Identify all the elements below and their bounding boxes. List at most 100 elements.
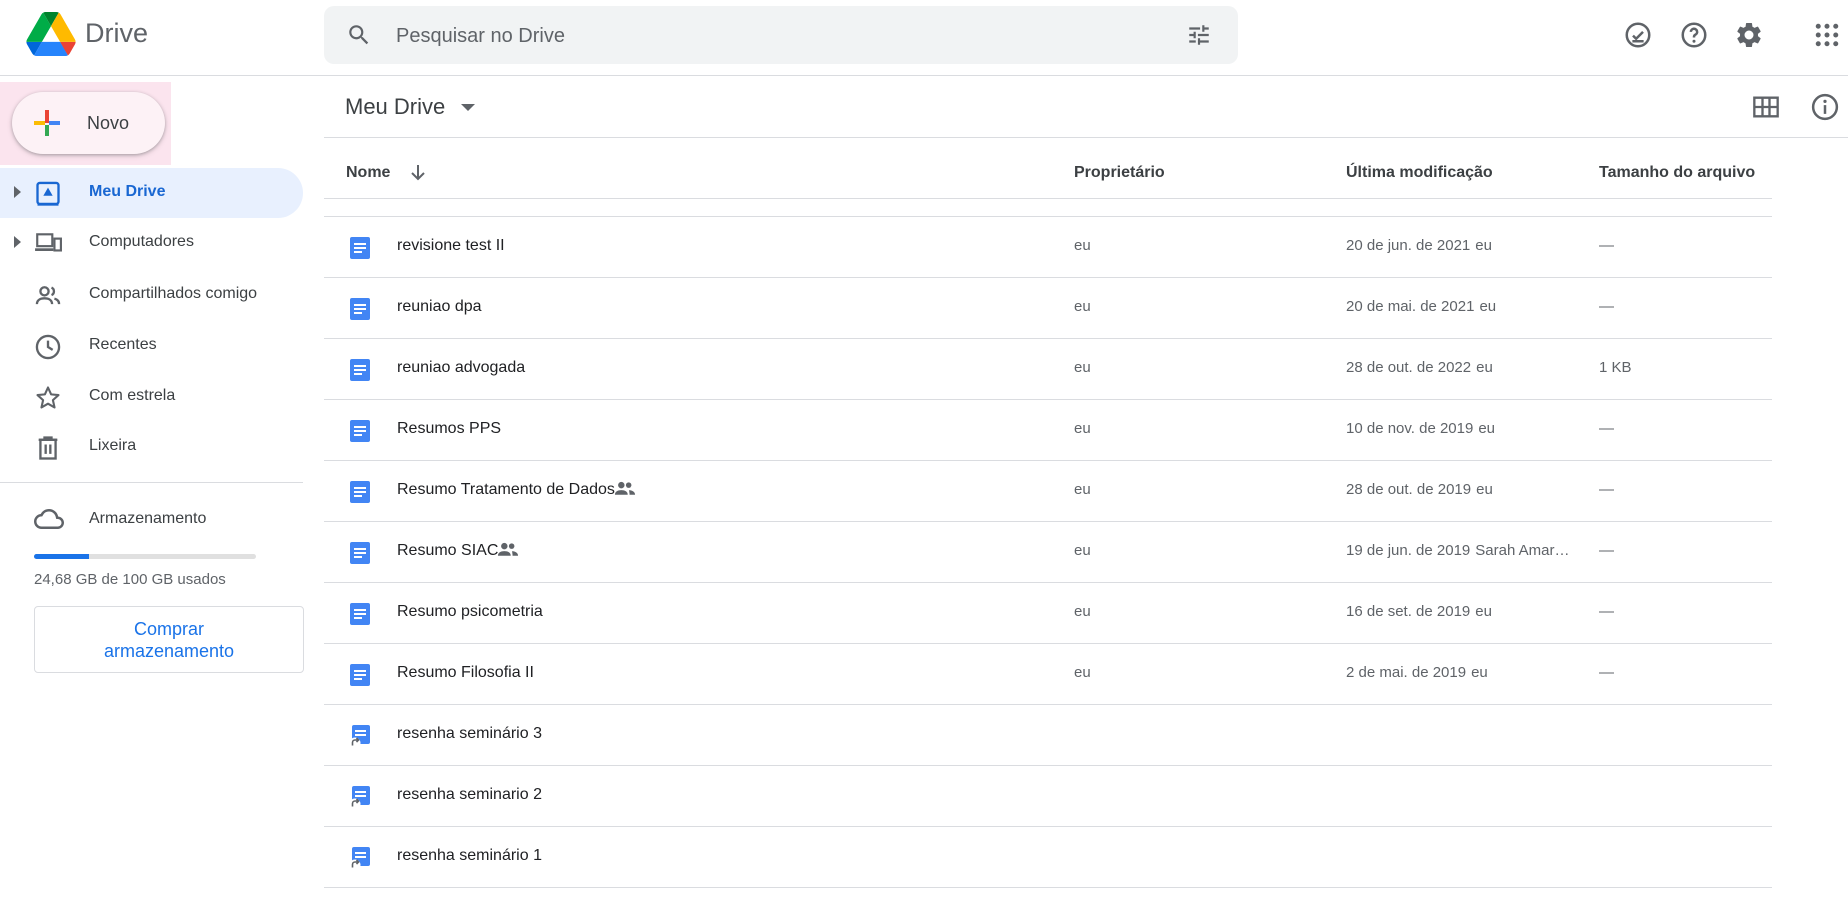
computers-icon	[34, 230, 62, 258]
file-row[interactable]: resenha seminário 1	[324, 827, 1772, 888]
apps-grid-icon[interactable]	[1812, 20, 1842, 50]
file-size: —	[1599, 542, 1614, 559]
file-name[interactable]: Resumo SIAC	[397, 542, 498, 560]
file-row[interactable]: Resumos PPS eu 10 de nov. de 2019 eu —	[324, 400, 1772, 461]
file-modified-by: eu	[1471, 664, 1488, 681]
column-header-size[interactable]: Tamanho do arquivo	[1599, 164, 1755, 182]
file-size: —	[1599, 664, 1614, 681]
storage-label[interactable]: Armazenamento	[89, 510, 206, 528]
file-owner: eu	[1074, 603, 1091, 620]
file-name[interactable]: resenha seminario 2	[397, 786, 542, 804]
file-row[interactable]: Resumo Filosofia II eu 2 de mai. de 2019 eu…	[324, 644, 1772, 705]
file-row[interactable]: Resumo Tratamento de Dados eu 28 de out. d…	[324, 461, 1772, 522]
file-size: —	[1599, 298, 1614, 315]
file-modified: 28 de out. de 2019 eu	[1346, 481, 1493, 498]
file-row[interactable]: revisione test II eu 20 de jun. de 2021 eu —	[324, 217, 1772, 278]
file-modified-by: eu	[1475, 237, 1492, 254]
file-modified	[1346, 786, 1351, 803]
info-icon[interactable]	[1810, 92, 1840, 122]
title-dropdown-icon[interactable]	[461, 104, 475, 111]
file-list: revisione test II eu 20 de jun. de 2021 eu —…	[324, 217, 1772, 888]
file-name[interactable]: resenha seminário 3	[397, 725, 542, 743]
buy-storage-label-line2: armazenamento	[103, 641, 235, 661]
shared-people-icon	[614, 481, 636, 497]
google-doc-icon	[349, 419, 371, 443]
search-options-icon[interactable]	[1186, 22, 1212, 48]
file-modified-by: eu	[1476, 481, 1493, 498]
sidebar-item-label: Meu Drive	[89, 183, 166, 200]
new-button[interactable]: Novo	[12, 92, 165, 154]
sort-descending-icon[interactable]	[409, 163, 427, 183]
file-modified-by: eu	[1479, 298, 1497, 315]
clock-icon	[34, 333, 62, 361]
file-modified: 20 de mai. de 2021 eu	[1346, 298, 1496, 315]
google-doc-icon	[349, 541, 371, 565]
column-header-modified[interactable]: Última modificação	[1346, 164, 1493, 182]
file-modified-by: eu	[1475, 603, 1492, 620]
file-size: —	[1599, 237, 1614, 254]
file-name[interactable]: revisione test II	[397, 237, 505, 255]
file-modified	[1346, 725, 1351, 742]
drive-logo-icon[interactable]	[26, 12, 76, 56]
file-modified-by: eu	[1478, 420, 1496, 437]
sidebar-divider	[0, 482, 303, 483]
file-name[interactable]: Resumo Filosofia II	[397, 664, 534, 682]
grid-view-icon[interactable]	[1752, 94, 1780, 120]
file-name[interactable]: reuniao advogada	[397, 359, 525, 377]
file-modified-date: 10 de nov. de 2019	[1346, 420, 1474, 437]
file-modified-date: 19 de jun. de 2019	[1346, 542, 1471, 559]
sidebar-item-label: Recentes	[89, 336, 157, 353]
sidebar-item-com-estrela[interactable]: Com estrela	[0, 372, 303, 422]
file-name[interactable]: reuniao dpa	[397, 298, 482, 316]
shared-people-icon	[497, 542, 519, 558]
file-modified: 2 de mai. de 2019 eu	[1346, 664, 1488, 681]
file-name[interactable]: Resumo Tratamento de Dados	[397, 481, 615, 499]
file-row[interactable]: resenha seminario 2	[324, 766, 1772, 827]
buy-storage-label-line1: Comprar	[133, 619, 204, 639]
main-title-row: Meu Drive	[324, 76, 1848, 138]
column-header-name[interactable]: Nome	[346, 164, 390, 182]
file-name[interactable]: resenha seminário 1	[397, 847, 542, 865]
search-icon[interactable]	[346, 22, 372, 48]
file-row[interactable]: Resumo SIAC eu 19 de jun. de 2019 Sarah Ama…	[324, 522, 1772, 583]
file-modified-by: eu	[1476, 359, 1493, 376]
file-name[interactable]: Resumos PPS	[397, 420, 501, 438]
search-input[interactable]: Pesquisar no Drive	[396, 25, 565, 48]
sidebar-item-lixeira[interactable]: Lixeira	[0, 422, 303, 472]
expand-arrow-icon[interactable]	[14, 236, 21, 248]
offline-check-icon[interactable]	[1623, 20, 1653, 50]
google-doc-icon	[349, 480, 371, 504]
app-name: Drive	[85, 18, 149, 48]
column-header-owner[interactable]: Proprietário	[1074, 164, 1165, 182]
file-row[interactable]: reuniao dpa eu 20 de mai. de 2021 eu —	[324, 278, 1772, 339]
google-doc-icon	[349, 358, 371, 382]
search-bar[interactable]: Pesquisar no Drive	[324, 6, 1238, 64]
help-icon[interactable]	[1679, 20, 1709, 50]
sidebar-item-meu-drive[interactable]: Meu Drive	[0, 168, 303, 218]
file-modified: 20 de jun. de 2021 eu	[1346, 237, 1492, 254]
expand-arrow-icon[interactable]	[14, 186, 21, 198]
doc-shortcut-icon	[349, 846, 371, 871]
new-button-highlight: Novo	[0, 82, 171, 165]
sidebar-item-compartilhados-comigo[interactable]: Compartilhados comigo	[0, 270, 303, 320]
file-modified-by: Sarah Amar…	[1475, 542, 1570, 559]
file-owner: eu	[1074, 481, 1091, 498]
file-row[interactable]: Resumo psicometria eu 16 de set. de 2019 eu…	[324, 583, 1772, 644]
new-button-label: Novo	[87, 113, 130, 133]
doc-shortcut-icon	[349, 724, 371, 749]
file-modified: 16 de set. de 2019 eu	[1346, 603, 1492, 620]
file-owner: eu	[1074, 237, 1091, 254]
file-row[interactable]: reuniao advogada eu 28 de out. de 2022 eu 1 …	[324, 339, 1772, 400]
buy-storage-button[interactable]: Comprar armazenamento	[34, 606, 304, 673]
file-size: 1 KB	[1599, 359, 1632, 376]
file-owner: eu	[1074, 298, 1091, 315]
file-row[interactable]: resenha seminário 3	[324, 705, 1772, 766]
doc-shortcut-icon	[349, 785, 371, 810]
file-name[interactable]: Resumo psicometria	[397, 603, 543, 621]
page-title[interactable]: Meu Drive	[345, 94, 445, 120]
settings-icon[interactable]	[1734, 20, 1764, 50]
sidebar-item-computadores[interactable]: Computadores	[0, 218, 303, 268]
sidebar-item-label: Computadores	[89, 233, 194, 250]
shared-people-icon	[34, 282, 62, 310]
sidebar-item-recentes[interactable]: Recentes	[0, 321, 303, 371]
